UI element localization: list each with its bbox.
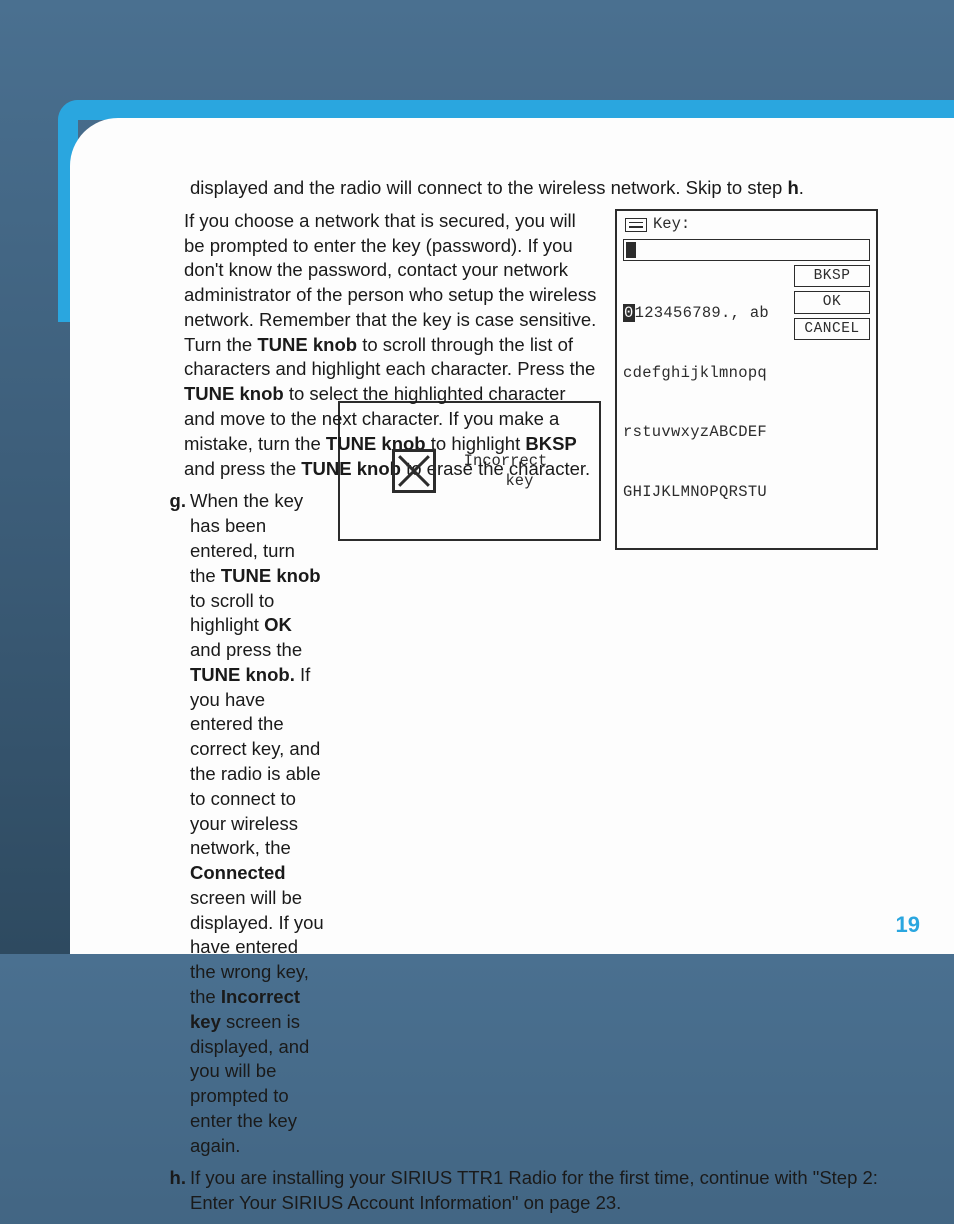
- char-row: GHIJKLMNOPQRSTU: [623, 483, 790, 503]
- bksp-button: BKSP: [794, 265, 870, 288]
- text: displayed and the radio will connect to …: [190, 177, 787, 198]
- tune-knob-ref: TUNE knob.: [190, 664, 295, 685]
- step-label-g: g.: [158, 489, 186, 514]
- page-number: 19: [896, 912, 920, 938]
- error-x-icon: [392, 449, 436, 493]
- text: .: [799, 177, 804, 198]
- tune-knob-ref: TUNE knob: [221, 565, 321, 586]
- tune-knob-ref: TUNE knob: [301, 458, 401, 479]
- char-highlighted: 0: [623, 304, 635, 322]
- page-content: displayed and the radio will connect to …: [190, 176, 878, 1224]
- step-g: g. When the key has been entered, turn t…: [190, 489, 324, 1158]
- text: and press the: [190, 639, 302, 660]
- step-g-body: When the key has been entered, turn the …: [190, 489, 324, 1158]
- ok-ref: OK: [264, 614, 292, 635]
- tune-knob-ref: TUNE knob: [184, 383, 284, 404]
- key-screen-title-row: Key:: [623, 215, 870, 237]
- key-screen-buttons: BKSP OK CANCEL: [794, 265, 870, 543]
- key-entry-screen: Key: 0123456789., ab cdefghijklmnopq rst…: [615, 209, 878, 550]
- char-row: cdefghijklmnopq: [623, 364, 790, 384]
- ok-button: OK: [794, 291, 870, 314]
- char-row: rstuvwxyzABCDEF: [623, 423, 790, 443]
- key-screen-title: Key:: [653, 215, 690, 235]
- char-row: 123456789., ab: [635, 304, 769, 322]
- text: and press the: [184, 458, 301, 479]
- text: to highlight: [426, 433, 526, 454]
- step-h-body: If you are installing your SIRIUS TTR1 R…: [190, 1166, 878, 1216]
- intro-paragraph: displayed and the radio will connect to …: [190, 176, 878, 201]
- connected-ref: Connected: [190, 862, 286, 883]
- key-grid: 0123456789., ab cdefghijklmnopq rstuvwxy…: [623, 265, 870, 543]
- character-grid: 0123456789., ab cdefghijklmnopq rstuvwxy…: [623, 265, 790, 543]
- cursor-icon: [626, 242, 636, 258]
- step-ref-h: h: [787, 177, 798, 198]
- key-input-field: [623, 239, 870, 261]
- text: screen is displayed, and you will be pro…: [190, 1011, 309, 1156]
- step-label-h: h.: [158, 1166, 186, 1191]
- step-h: h. If you are installing your SIRIUS TTR…: [190, 1166, 878, 1216]
- text: If you have entered the correct key, and…: [190, 664, 321, 858]
- cancel-button: CANCEL: [794, 318, 870, 341]
- list-icon: [625, 218, 647, 232]
- text: to scroll to highlight: [190, 590, 274, 636]
- tune-knob-ref: TUNE knob: [257, 334, 357, 355]
- bksp-ref: BKSP: [525, 433, 576, 454]
- accent-stripe: [58, 100, 954, 120]
